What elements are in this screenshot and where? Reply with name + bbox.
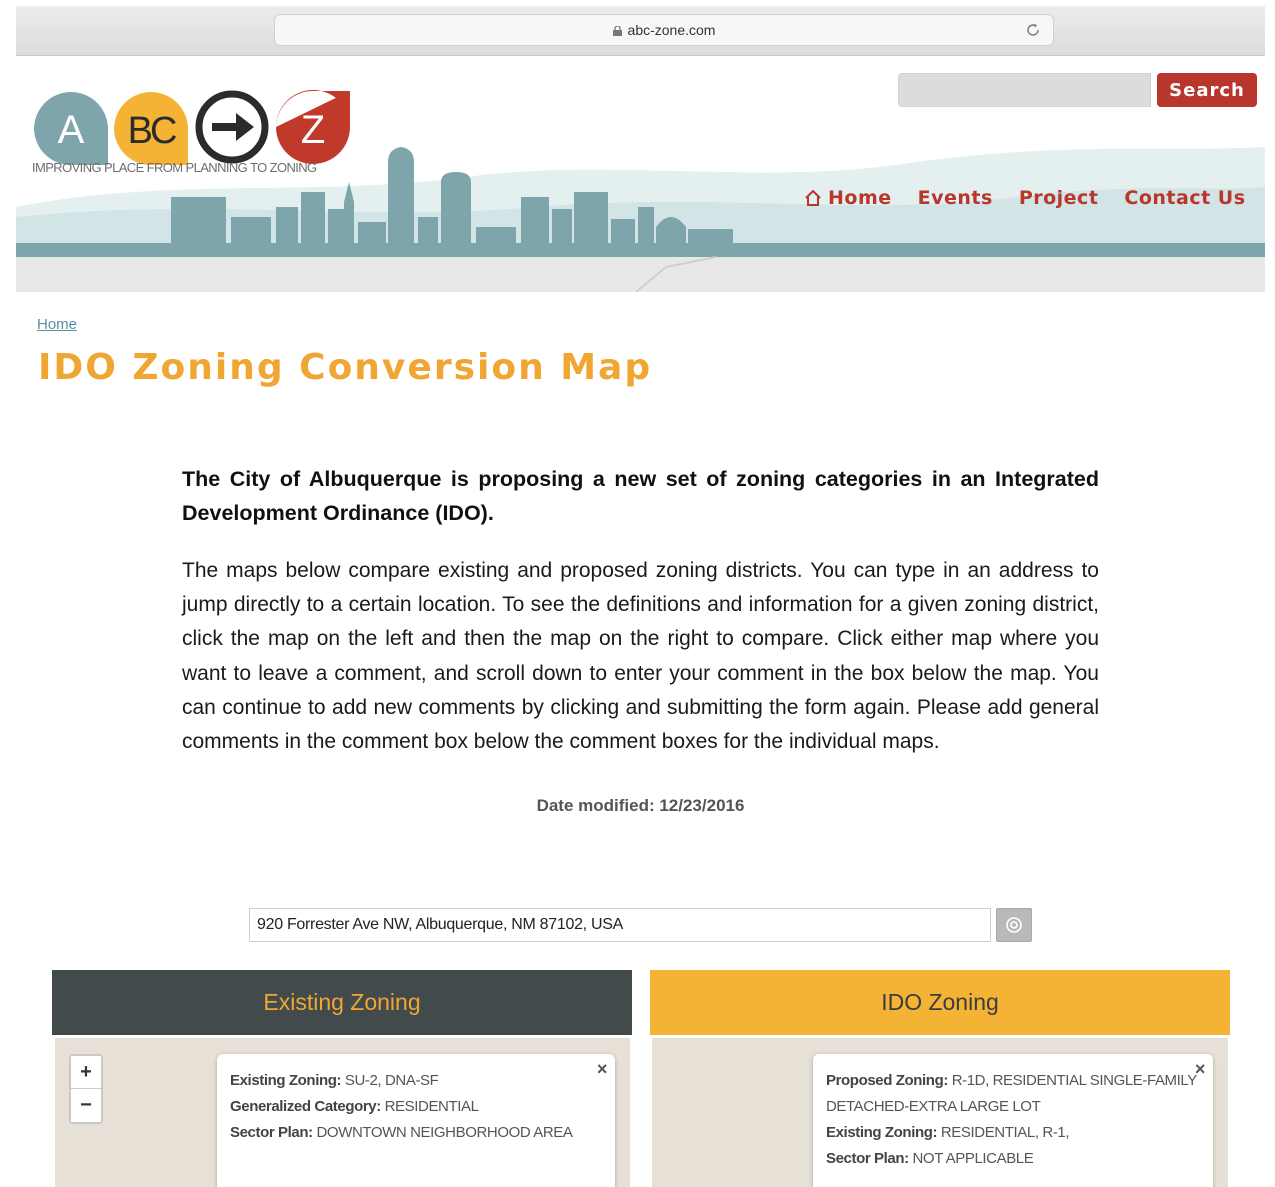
popup-row: Sector Plan: DOWNTOWN NEIGHBORHOOD AREA (230, 1120, 603, 1146)
url-text: abc-zone.com (627, 22, 716, 38)
breadcrumb-home[interactable]: Home (37, 316, 77, 333)
nav-events[interactable]: Events (918, 187, 993, 209)
site-header: A BC Z IMPROVING PLACE FROM PLANNING TO … (16, 57, 1265, 292)
popup-label: Proposed Zoning: (826, 1072, 948, 1089)
zoom-in-button[interactable]: + (71, 1056, 101, 1089)
ido-zoning-map[interactable]: × Proposed Zoning: R-1D, RESIDENTIAL SIN… (652, 1038, 1228, 1187)
popup-value: RESIDENTIAL, R-1, (937, 1124, 1070, 1141)
popup-label: Existing Zoning: (230, 1072, 342, 1089)
ido-zoning-header: IDO Zoning (650, 970, 1230, 1035)
date-modified: Date modified: 12/23/2016 (536, 796, 745, 815)
site-search-input[interactable] (898, 73, 1151, 107)
address-bar[interactable]: abc-zone.com (274, 14, 1054, 46)
popup-value: NOT APPLICABLE (908, 1150, 1034, 1167)
close-icon[interactable]: × (597, 1056, 608, 1082)
logo-tagline: IMPROVING PLACE FROM PLANNING TO ZONING (32, 160, 317, 175)
existing-zoning-popup: × Existing Zoning: SU-2, DNA-SF Generali… (217, 1054, 615, 1187)
existing-zoning-title: Existing Zoning (263, 989, 421, 1015)
popup-label: Sector Plan: (826, 1150, 909, 1167)
existing-zoning-map[interactable]: + − × Existing Zoning: SU-2, DNA-SF Gene… (55, 1038, 630, 1187)
popup-label: Generalized Category: (230, 1098, 381, 1115)
address-search-input[interactable] (249, 908, 991, 942)
popup-row: Generalized Category: RESIDENTIAL (230, 1094, 603, 1120)
ido-zoning-title: IDO Zoning (881, 989, 999, 1015)
logo-letter-z: Z (301, 108, 325, 152)
popup-row: Existing Zoning: RESIDENTIAL, R-1, (826, 1120, 1201, 1146)
zoom-control: + − (69, 1054, 103, 1124)
nav-contact-label: Contact Us (1124, 187, 1246, 209)
page-title: IDO Zoning Conversion Map (38, 347, 653, 388)
reload-icon[interactable] (1025, 22, 1041, 38)
browser-toolbar: abc-zone.com (16, 6, 1265, 56)
logo-letters-bc: BC (128, 110, 176, 152)
search-button[interactable]: Search (1157, 73, 1257, 107)
logo-letter-a: A (58, 108, 85, 152)
main-nav: Home Events Project Contact Us (804, 187, 1246, 209)
nav-project[interactable]: Project (1019, 187, 1099, 209)
nav-home-label: Home (828, 187, 892, 209)
nav-contact-us[interactable]: Contact Us (1124, 187, 1245, 209)
nav-home[interactable]: Home (804, 187, 892, 209)
popup-label: Sector Plan: (230, 1124, 313, 1141)
existing-zoning-header: Existing Zoning (52, 970, 632, 1035)
nav-project-label: Project (1018, 187, 1099, 209)
locate-icon (1006, 917, 1022, 933)
lock-icon (612, 26, 622, 36)
popup-row: Proposed Zoning: R-1D, RESIDENTIAL SINGL… (826, 1068, 1201, 1120)
popup-label: Existing Zoning: (826, 1124, 938, 1141)
popup-row: Sector Plan: NOT APPLICABLE (826, 1146, 1201, 1172)
nav-events-label: Events (917, 187, 993, 209)
close-icon[interactable]: × (1195, 1056, 1206, 1082)
description-text: The maps below compare existing and prop… (182, 559, 1099, 754)
popup-value: RESIDENTIAL (380, 1098, 479, 1115)
home-icon (805, 189, 821, 206)
intro-text: The City of Albuquerque is proposing a n… (182, 467, 1099, 525)
popup-value: SU-2, DNA-SF (341, 1072, 439, 1089)
popup-row: Existing Zoning: SU-2, DNA-SF (230, 1068, 603, 1094)
ido-zoning-popup: × Proposed Zoning: R-1D, RESIDENTIAL SIN… (813, 1054, 1213, 1187)
popup-value: DOWNTOWN NEIGHBORHOOD AREA (312, 1124, 573, 1141)
locate-button[interactable] (996, 908, 1032, 942)
zoom-out-button[interactable]: − (71, 1089, 101, 1122)
